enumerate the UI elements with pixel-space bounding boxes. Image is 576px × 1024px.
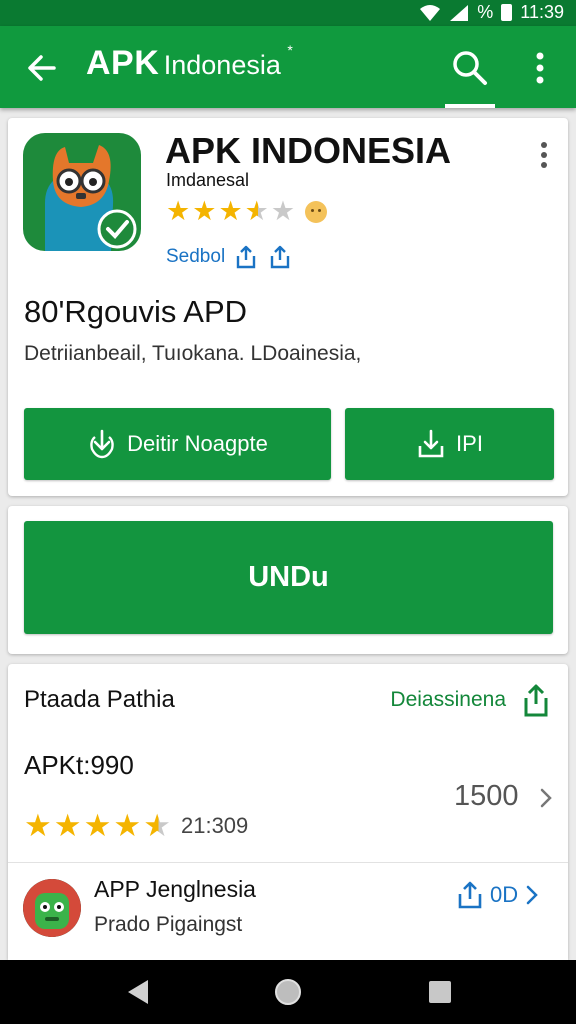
- rating-star-4: ★: [244, 196, 269, 226]
- download-icon: [90, 429, 114, 459]
- chevron-right-icon[interactable]: [524, 885, 540, 905]
- size-value: 1500: [454, 780, 519, 812]
- app-title: APK Indonesia *: [86, 42, 293, 83]
- battery-percent-text: %: [477, 2, 494, 22]
- app-headline: 80'Rgouvis APD: [24, 294, 248, 329]
- status-time: 11:39: [520, 2, 564, 22]
- status-bar: % 11:39: [0, 0, 576, 26]
- share-icon[interactable]: [267, 244, 293, 270]
- wifi-icon: [420, 4, 441, 21]
- secondary-action-button[interactable]: IPI: [345, 408, 554, 480]
- robot-mascot-icon: [23, 879, 81, 937]
- details-card: Ptaada Pathia Deiassinena APKt:990 ★ ★ ★…: [8, 664, 568, 960]
- nav-home-icon[interactable]: [274, 978, 302, 1006]
- emoji-face-icon: [305, 200, 328, 223]
- download-card: UNDu: [8, 506, 568, 654]
- app-title-main: APK: [86, 44, 160, 82]
- chevron-right-icon[interactable]: [538, 788, 554, 808]
- app-mascot-icon: [23, 133, 141, 251]
- download-button-label: UNDu: [248, 561, 329, 593]
- nav-back-icon[interactable]: [124, 978, 152, 1006]
- app-info-card: APK INDONESIA Imdanesal ★ ★ ★ ★ ★ Sedbol…: [8, 118, 568, 496]
- download-tray-icon: [418, 429, 444, 458]
- section-star-4: ★: [113, 808, 142, 843]
- app-description: Detriianbeail, Tuıokana. LDoainesia,: [24, 342, 362, 365]
- rating-star-2: ★: [192, 196, 217, 226]
- share-label[interactable]: Sedbol: [166, 246, 225, 268]
- section-rating: ★ ★ ★ ★ ★ 21:309: [24, 810, 248, 841]
- share-icon[interactable]: [520, 682, 552, 718]
- signal-icon: [450, 4, 469, 21]
- section-link-label[interactable]: Deiassinena: [390, 688, 506, 712]
- avatar[interactable]: [23, 879, 81, 937]
- system-nav-bar: [0, 960, 576, 1024]
- list-item-subtitle: Prado Pigaingst: [94, 913, 243, 936]
- download-button[interactable]: UNDu: [24, 521, 553, 634]
- status-icons: % 11:39: [419, 2, 564, 23]
- section-star-3: ★: [83, 808, 112, 843]
- list-item-action-label[interactable]: 0D: [490, 882, 518, 908]
- more-vert-icon[interactable]: [532, 140, 556, 170]
- section-star-5: ★: [143, 808, 171, 843]
- nav-recents-icon[interactable]: [426, 978, 454, 1006]
- primary-action-label: Deitir Noagpte: [127, 431, 268, 456]
- app-name: APK INDONESIA: [165, 130, 452, 171]
- app-rating: ★ ★ ★ ★ ★: [166, 196, 328, 226]
- section-title: Ptaada Pathia: [24, 686, 175, 713]
- app-icon[interactable]: [23, 133, 141, 251]
- app-title-sub: Indonesia: [163, 50, 281, 80]
- section-link[interactable]: Deiassinena: [390, 682, 552, 718]
- divider: [8, 862, 568, 863]
- rating-star-3: ★: [218, 196, 243, 226]
- search-tab-indicator: [445, 104, 495, 108]
- search-icon[interactable]: [448, 46, 492, 90]
- price-label: APKt:990: [24, 750, 134, 780]
- more-vert-icon[interactable]: [526, 48, 554, 88]
- list-item-action[interactable]: 0D: [456, 880, 540, 910]
- primary-action-button[interactable]: Deitir Noagpte: [24, 408, 331, 480]
- share-icon[interactable]: [456, 880, 484, 910]
- share-icon[interactable]: [233, 244, 259, 270]
- share-row[interactable]: Sedbol: [166, 244, 293, 270]
- app-bar: APK Indonesia *: [0, 26, 576, 108]
- app-developer[interactable]: Imdanesal: [166, 170, 249, 191]
- back-arrow-icon[interactable]: [22, 48, 62, 88]
- battery-icon: [501, 4, 513, 21]
- list-item-title[interactable]: APP Jenglnesia: [94, 876, 256, 903]
- section-star-2: ★: [53, 808, 82, 843]
- section-star-1: ★: [24, 808, 52, 843]
- title-star-mark: *: [287, 42, 293, 58]
- rating-star-5: ★: [270, 196, 296, 226]
- rating-count: 21:309: [180, 812, 249, 838]
- secondary-action-label: IPI: [456, 431, 483, 456]
- rating-star-1: ★: [166, 196, 191, 226]
